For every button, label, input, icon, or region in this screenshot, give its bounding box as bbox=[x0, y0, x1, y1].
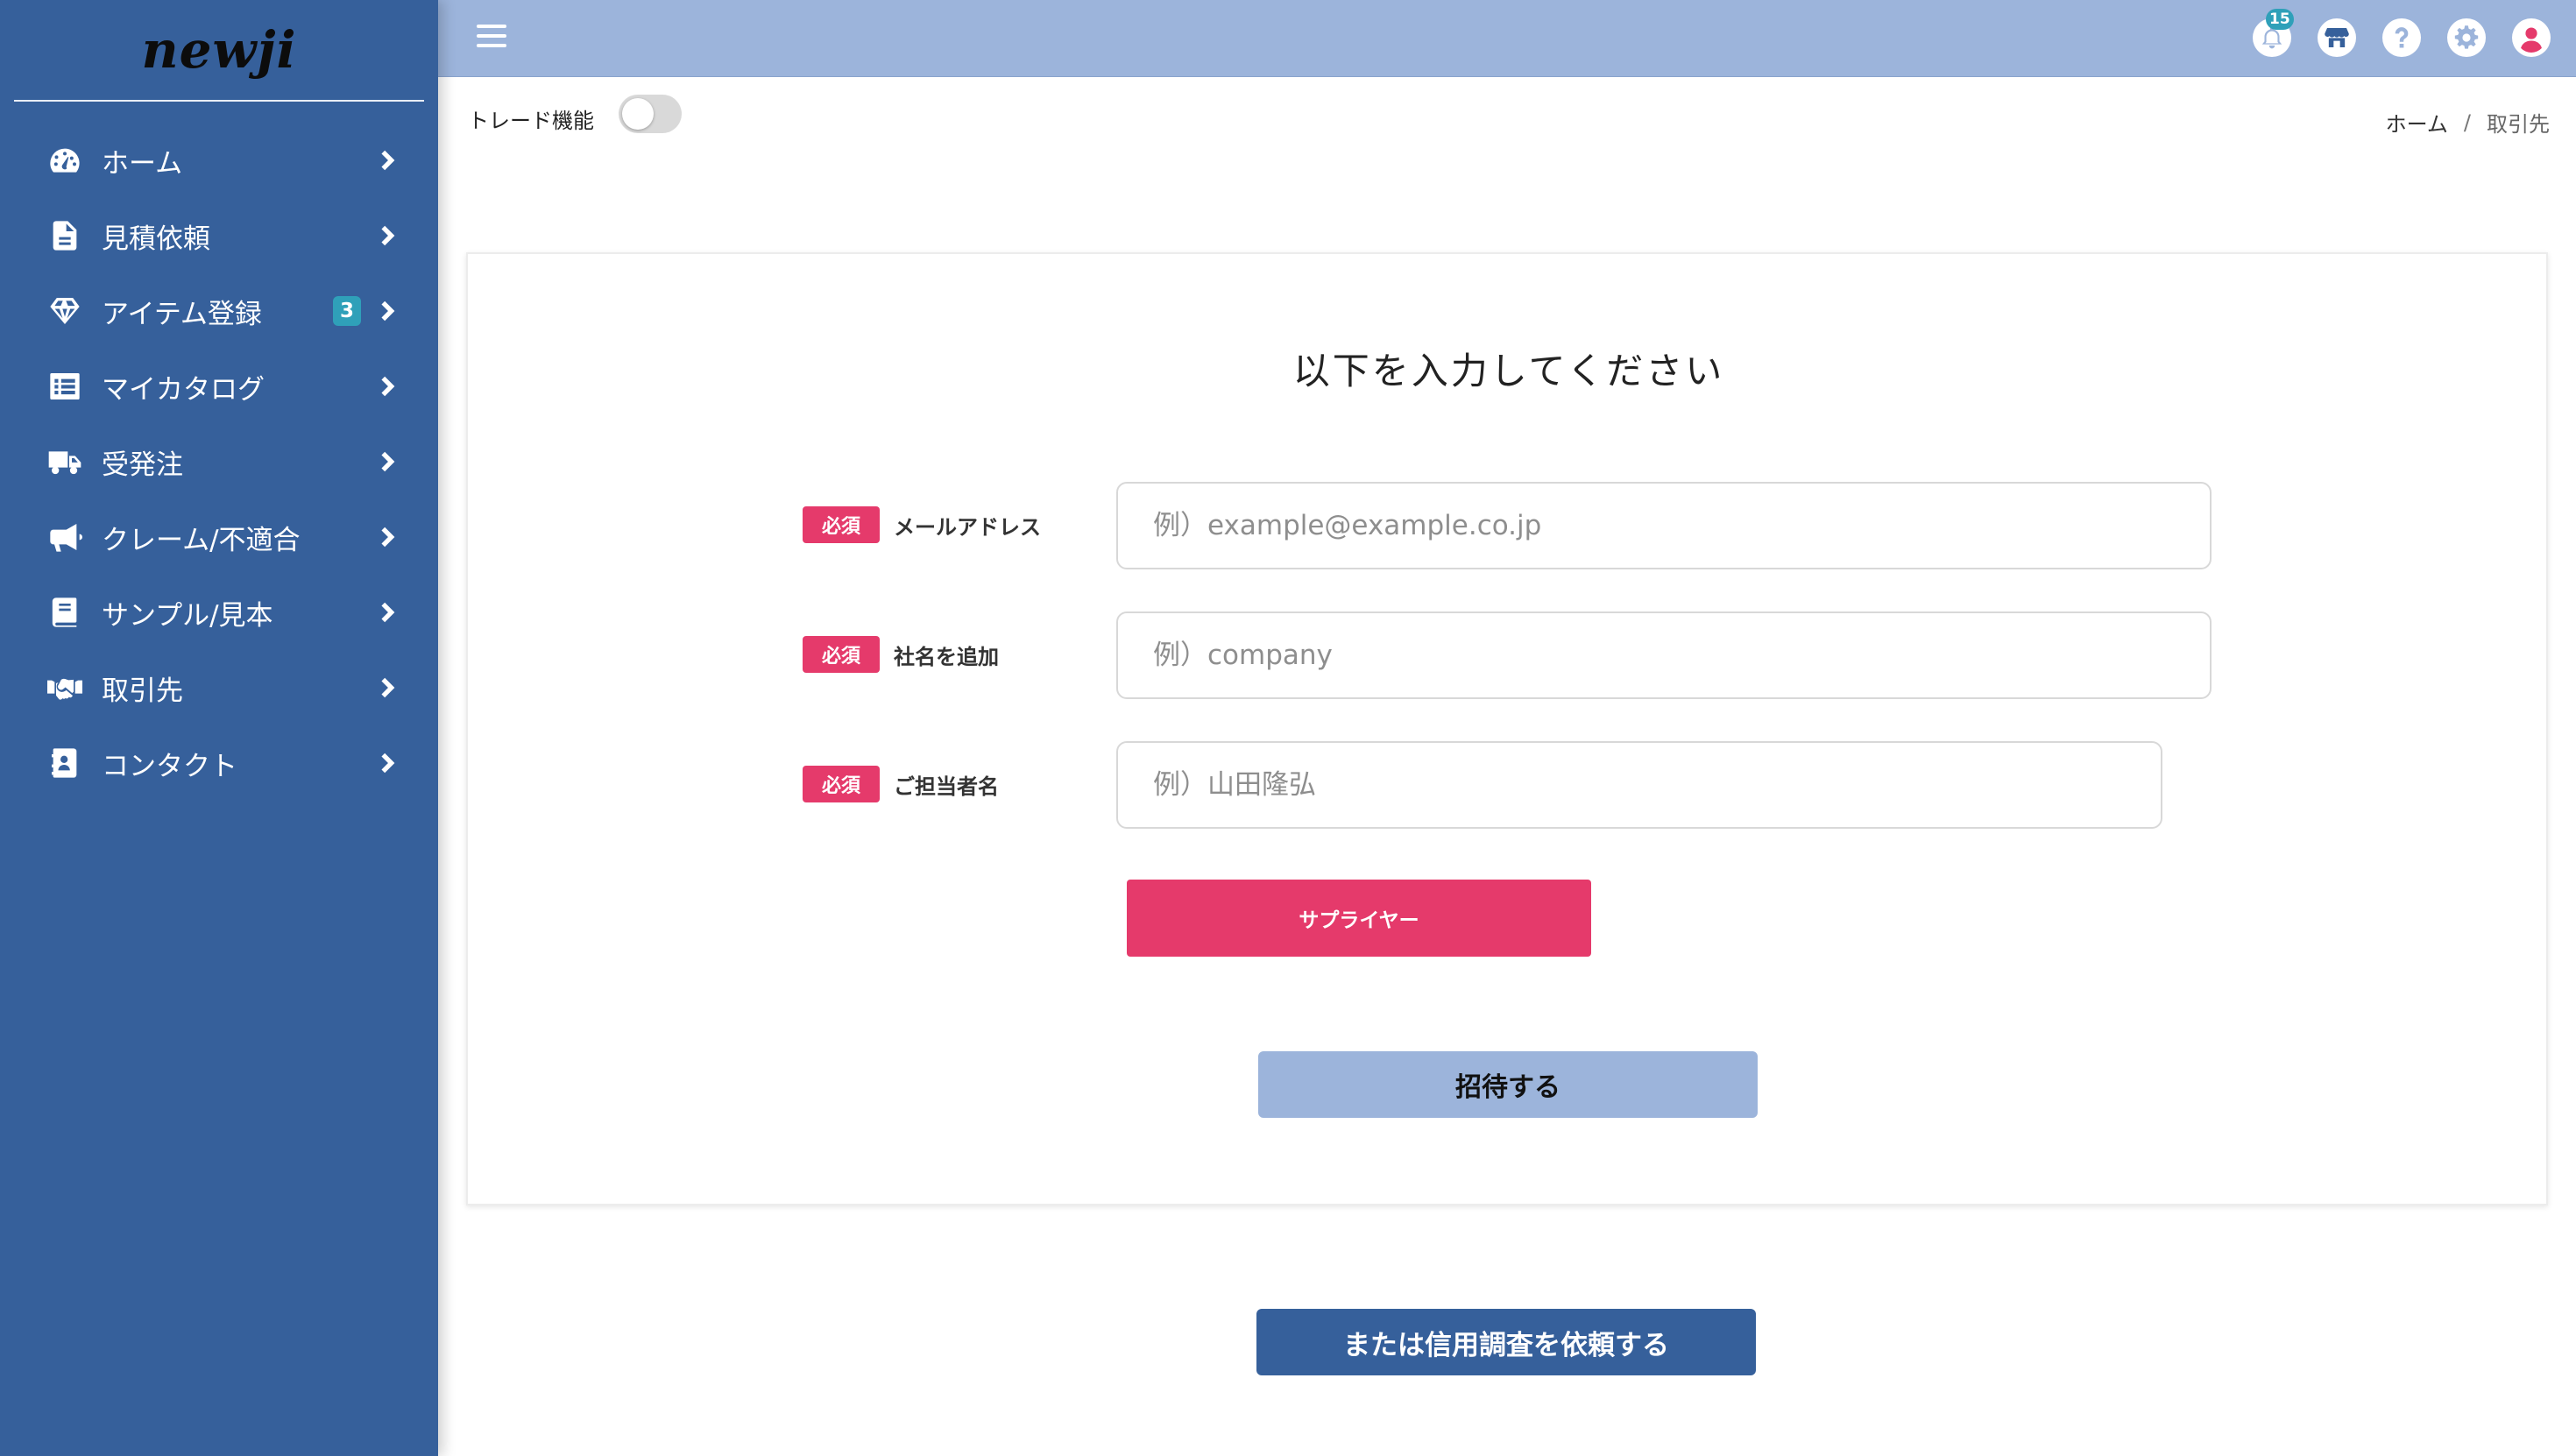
chevron-right-icon bbox=[375, 600, 400, 625]
sidebar-item-label: クレーム/不適合 bbox=[102, 524, 301, 556]
settings-gear-icon[interactable] bbox=[2446, 18, 2487, 58]
sidebar-item-partners[interactable]: 取引先 bbox=[0, 650, 438, 725]
truck-icon bbox=[46, 442, 84, 481]
count-badge: 3 bbox=[333, 296, 361, 326]
handshake-icon bbox=[46, 668, 84, 707]
contact-person-field[interactable] bbox=[1116, 741, 2162, 829]
sidebar-item-label: ホーム bbox=[102, 147, 183, 180]
hamburger-menu-icon[interactable] bbox=[477, 25, 506, 51]
chevron-right-icon bbox=[375, 374, 400, 399]
sidebar-item-label: 受発注 bbox=[102, 449, 183, 481]
sidebar-item-label: アイテム登録 bbox=[102, 298, 262, 330]
dashboard-gauge-icon bbox=[46, 141, 84, 180]
sidebar-item-label: サンプル/見本 bbox=[102, 599, 273, 632]
brand-logo[interactable]: newji bbox=[14, 0, 424, 102]
chevron-right-icon bbox=[375, 223, 400, 248]
email-row: 必須 メールアドレス bbox=[803, 482, 2292, 569]
chevron-right-icon bbox=[375, 449, 400, 474]
sidebar-nav: ホーム 見積依頼 アイテム登録 3 マイカタログ 受発注 クレーム/不適合 サン… bbox=[0, 123, 438, 801]
supplier-button[interactable]: サプライヤー bbox=[1127, 880, 1591, 957]
sidebar-item-item-registration[interactable]: アイテム登録 3 bbox=[0, 273, 438, 349]
sidebar-item-home[interactable]: ホーム bbox=[0, 123, 438, 198]
sidebar-item-contacts[interactable]: コンタクト bbox=[0, 725, 438, 801]
breadcrumb-home-link[interactable]: ホーム bbox=[2386, 107, 2448, 138]
user-avatar-icon[interactable] bbox=[2511, 18, 2551, 58]
bell-icon[interactable]: 15 bbox=[2252, 9, 2294, 58]
company-row: 必須 社名を追加 bbox=[803, 611, 2292, 699]
required-badge: 必須 bbox=[803, 636, 880, 673]
sidebar-item-claims[interactable]: クレーム/不適合 bbox=[0, 499, 438, 575]
sidebar-item-my-catalog[interactable]: マイカタログ bbox=[0, 349, 438, 424]
required-badge: 必須 bbox=[803, 766, 880, 802]
sidebar-item-orders[interactable]: 受発注 bbox=[0, 424, 438, 499]
book-icon bbox=[46, 593, 84, 632]
file-document-icon bbox=[46, 216, 84, 255]
breadcrumb: ホーム / 取引先 bbox=[2386, 107, 2550, 138]
megaphone-icon bbox=[46, 518, 84, 556]
notification-count-badge: 15 bbox=[2266, 9, 2294, 30]
diamond-icon bbox=[46, 292, 84, 330]
top-bar-actions: 15 bbox=[2227, 9, 2551, 58]
list-icon bbox=[46, 367, 84, 406]
help-icon[interactable] bbox=[2381, 18, 2422, 58]
sidebar-item-samples[interactable]: サンプル/見本 bbox=[0, 575, 438, 650]
trade-feature-toggle[interactable] bbox=[619, 95, 682, 133]
contact-card-icon bbox=[46, 744, 84, 782]
sidebar-item-label: コンタクト bbox=[102, 750, 237, 782]
sidebar-item-quote-request[interactable]: 見積依頼 bbox=[0, 198, 438, 273]
chevron-right-icon bbox=[375, 525, 400, 549]
invite-button[interactable]: 招待する bbox=[1258, 1051, 1758, 1118]
sidebar-item-label: マイカタログ bbox=[102, 373, 265, 406]
company-label: 社名を追加 bbox=[894, 645, 999, 669]
trade-feature-label: トレード機能 bbox=[468, 109, 594, 133]
required-badge: 必須 bbox=[803, 506, 880, 543]
chevron-right-icon bbox=[375, 148, 400, 173]
chevron-right-icon bbox=[375, 675, 400, 700]
breadcrumb-current: 取引先 bbox=[2487, 112, 2550, 137]
toggle-knob bbox=[622, 98, 654, 130]
store-icon[interactable] bbox=[2317, 18, 2357, 58]
company-name-field[interactable] bbox=[1116, 611, 2212, 699]
invite-form-card: 以下を入力してください 必須 メールアドレス 必須 社名を追加 必須 ご担当者名… bbox=[466, 252, 2548, 1205]
credit-check-button[interactable]: または信用調査を依頼する bbox=[1256, 1309, 1756, 1375]
top-bar: 15 bbox=[438, 0, 2576, 77]
contact-person-row: 必須 ご担当者名 様 bbox=[803, 741, 2292, 829]
sidebar-item-label: 見積依頼 bbox=[102, 223, 210, 255]
chevron-right-icon bbox=[375, 751, 400, 775]
sidebar: newji ホーム 見積依頼 アイテム登録 3 マイカタログ 受発注 クレーム/… bbox=[0, 0, 438, 1456]
email-label: メールアドレス bbox=[894, 515, 1041, 540]
form-title: 以下を入力してください bbox=[1292, 350, 1725, 392]
contact-person-label: ご担当者名 bbox=[894, 774, 999, 799]
email-field[interactable] bbox=[1116, 482, 2212, 569]
sidebar-item-label: 取引先 bbox=[102, 675, 183, 707]
chevron-right-icon bbox=[375, 299, 400, 323]
breadcrumb-separator: / bbox=[2463, 110, 2471, 135]
